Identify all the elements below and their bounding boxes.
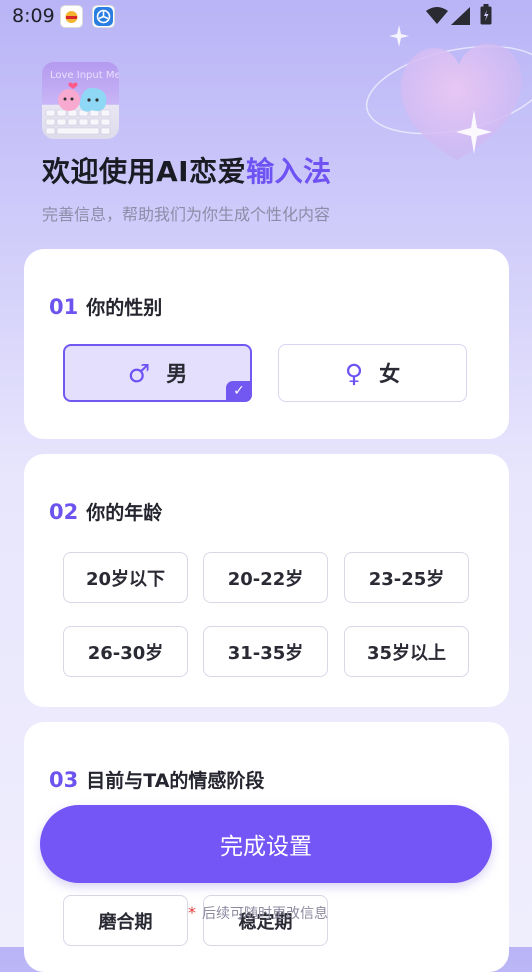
gender-option-male[interactable]: ♂ 男 ✓: [63, 344, 252, 402]
app-logo: Love Input Me: [42, 62, 119, 139]
notification-app-icon: [61, 6, 82, 27]
footer-hint: * 后续可随时更改信息: [188, 903, 328, 923]
stage-option[interactable]: 磨合期: [63, 895, 188, 946]
female-icon: ♀: [344, 358, 364, 388]
check-icon: ✓: [226, 381, 252, 402]
gender-option-female[interactable]: ♀ 女: [278, 344, 467, 402]
gender-heading: 01 你的性别: [49, 293, 162, 320]
age-option[interactable]: 20-22岁: [203, 552, 328, 603]
section-title: 你的性别: [86, 297, 163, 319]
age-card: 02 你的年龄 20岁以下 20-22岁 23-25岁 26-30岁 31-35岁…: [24, 454, 509, 707]
page-subtitle: 完善信息，帮助我们为你生成个性化内容: [42, 205, 331, 224]
section-title: 目前与TA的情感阶段: [86, 770, 265, 792]
notification-fan-icon: [93, 6, 114, 27]
status-time: 8:09: [12, 5, 55, 27]
age-option[interactable]: 35岁以上: [344, 626, 469, 677]
age-option[interactable]: 26-30岁: [63, 626, 188, 677]
title-accent: 输入法: [246, 155, 332, 188]
age-option[interactable]: 20岁以下: [63, 552, 188, 603]
section-number: 01: [49, 295, 79, 319]
gender-label: 女: [379, 362, 401, 386]
page-title: 欢迎使用AI恋爱输入法: [42, 150, 332, 190]
relationship-heading: 03 目前与TA的情感阶段: [49, 766, 264, 793]
age-heading: 02 你的年龄: [49, 498, 162, 525]
age-option[interactable]: 23-25岁: [344, 552, 469, 603]
section-title: 你的年龄: [86, 502, 163, 524]
logo-text: Love Input Me: [50, 70, 119, 81]
hint-text: 后续可随时更改信息: [202, 906, 328, 922]
decorative-heart-icon: [365, 25, 532, 160]
section-number: 02: [49, 500, 79, 524]
male-icon: ♂: [127, 358, 151, 388]
required-star: *: [188, 903, 196, 922]
age-option[interactable]: 31-35岁: [203, 626, 328, 677]
gender-card: 01 你的性别 ♂ 男 ✓ ♀ 女: [24, 249, 509, 439]
title-main: 欢迎使用AI恋爱: [42, 155, 247, 188]
section-number: 03: [49, 768, 79, 792]
gender-label: 男: [166, 362, 188, 386]
complete-setup-button[interactable]: 完成设置: [40, 805, 492, 883]
